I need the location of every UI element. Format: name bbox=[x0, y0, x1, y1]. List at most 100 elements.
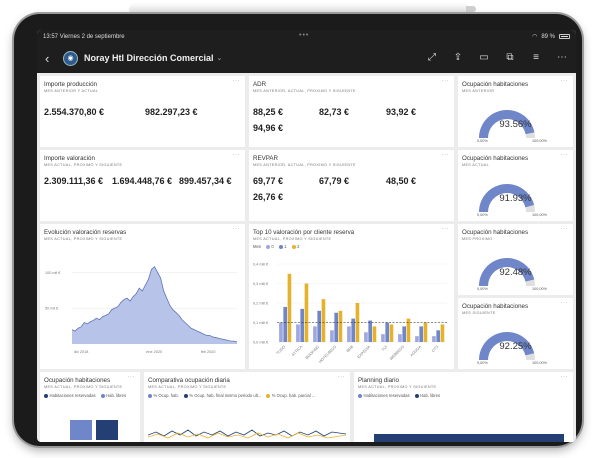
legend-item[interactable]: Hab. libres bbox=[100, 393, 126, 398]
bar[interactable] bbox=[415, 336, 419, 342]
card-title: Evolución valoración reservas bbox=[44, 229, 127, 236]
more-icon[interactable]: ··· bbox=[233, 152, 241, 158]
bar[interactable] bbox=[304, 283, 309, 343]
share-icon[interactable]: ⇪ bbox=[452, 52, 464, 64]
gauge-value: 91.93% bbox=[499, 193, 532, 204]
kpi-value: 48,50 € bbox=[386, 176, 417, 186]
bar-segment[interactable] bbox=[374, 434, 564, 442]
legend-title: Mes bbox=[253, 244, 261, 249]
more-icon[interactable]: ⋯ bbox=[556, 52, 568, 64]
bar[interactable] bbox=[398, 334, 402, 342]
bar[interactable] bbox=[385, 322, 390, 343]
list-icon[interactable]: ≡ bbox=[530, 52, 542, 64]
more-icon[interactable]: ··· bbox=[442, 226, 450, 232]
card-ocupacion-proximo[interactable]: ··· Ocupación habitaciones MES PROXIMO 9… bbox=[458, 224, 573, 295]
legend-item[interactable]: 1 bbox=[278, 244, 287, 249]
multitask-handle[interactable]: ••• bbox=[299, 32, 309, 39]
bar[interactable] bbox=[287, 273, 292, 342]
bar[interactable] bbox=[283, 306, 288, 342]
bar[interactable] bbox=[372, 326, 377, 342]
gauge-min-label: 0,00% bbox=[477, 139, 488, 143]
more-icon[interactable]: ··· bbox=[128, 374, 136, 380]
more-icon[interactable]: ··· bbox=[233, 78, 241, 84]
card-top10-clientes[interactable]: ··· Top 10 valoración por cliente reserv… bbox=[249, 224, 454, 369]
card-revpar[interactable]: ··· REVPAR MES ANTERIOR, ACTUAL, PROXIMO… bbox=[249, 150, 454, 221]
gauge-value: 92.48% bbox=[499, 267, 532, 278]
more-icon[interactable]: ··· bbox=[561, 300, 569, 306]
chevron-down-icon[interactable]: ⌄ bbox=[217, 54, 223, 62]
more-icon[interactable]: ··· bbox=[561, 78, 569, 84]
card-evolucion-valoracion[interactable]: ··· Evolución valoración reservas MES AC… bbox=[40, 224, 245, 369]
more-icon[interactable]: ··· bbox=[561, 226, 569, 232]
bar[interactable] bbox=[321, 299, 326, 342]
card-importe-valoracion[interactable]: ··· Importe valoración MES ACTUAL, PROXI… bbox=[40, 150, 245, 221]
bar[interactable] bbox=[317, 310, 322, 342]
more-icon[interactable]: ··· bbox=[233, 226, 241, 232]
bar[interactable] bbox=[300, 308, 305, 342]
bar[interactable] bbox=[313, 326, 317, 342]
card-subtitle: MES ANTERIOR, ACTUAL, PROXIMO Y SIGUIENT… bbox=[253, 89, 356, 93]
card-planning-diario[interactable]: ··· Planning diario MES ACTUAL, PROXIMO … bbox=[354, 372, 573, 442]
kpi-value: 26,76 € bbox=[253, 192, 284, 202]
bar-segment[interactable] bbox=[96, 420, 118, 440]
more-icon[interactable]: ··· bbox=[338, 374, 346, 380]
legend-item[interactable]: Habitaciones reservadas bbox=[358, 393, 410, 398]
legend-item[interactable]: Habitaciones reservadas bbox=[44, 393, 96, 398]
app-bar: ‹ ◉ Noray Htl Dirección Comercial ⌄ ⤢ ⇪ … bbox=[37, 43, 576, 73]
bar[interactable] bbox=[364, 332, 368, 342]
status-bar: 13:57 Viernes 2 de septiembre ••• ◠ 89 % bbox=[37, 30, 576, 43]
bar[interactable] bbox=[432, 336, 436, 342]
card-comparativa-ocupacion[interactable]: ··· Comparativa ocupación diaria MES ACT… bbox=[144, 372, 350, 442]
bar[interactable] bbox=[338, 310, 343, 342]
gauge-min-label: 0,00% bbox=[477, 361, 488, 365]
more-icon[interactable]: ··· bbox=[561, 374, 569, 380]
more-icon[interactable]: ··· bbox=[442, 78, 450, 84]
apple-pencil bbox=[130, 4, 476, 14]
card-adr[interactable]: ··· ADR MES ANTERIOR, ACTUAL, PROXIMO Y … bbox=[249, 76, 454, 147]
legend-item[interactable]: Hab. libres bbox=[414, 393, 440, 398]
legend-item[interactable]: % Ocup. hab. parcial ... bbox=[266, 393, 315, 398]
area-chart[interactable]: 100 mil € 50 mil € dic 2018 ene 2020 feb 202… bbox=[44, 252, 241, 364]
card-subtitle: MES ANTERIOR bbox=[462, 89, 495, 93]
bar[interactable] bbox=[436, 330, 441, 342]
card-ocupacion-siguiente[interactable]: ··· Ocupación habitaciones MES SIGUIENTE… bbox=[458, 298, 573, 369]
bar[interactable] bbox=[330, 330, 334, 342]
bar[interactable] bbox=[296, 324, 300, 342]
legend-item[interactable]: 0 bbox=[265, 244, 274, 249]
card-importe-produccion[interactable]: ··· Importe producción MES ANTERIOR Y AC… bbox=[40, 76, 245, 147]
back-icon[interactable]: ‹ bbox=[45, 51, 61, 66]
bar-segment[interactable] bbox=[70, 420, 92, 440]
bar[interactable] bbox=[368, 320, 373, 342]
card-ocupacion-stacked[interactable]: ··· Ocupación habitaciones MES ACTUAL, P… bbox=[40, 372, 140, 442]
bar[interactable] bbox=[351, 318, 356, 342]
bar[interactable] bbox=[402, 326, 407, 342]
gauge-value: 93.56% bbox=[499, 119, 532, 130]
bar[interactable] bbox=[406, 318, 411, 342]
legend-item[interactable]: 2 bbox=[291, 244, 299, 249]
bar[interactable] bbox=[440, 324, 445, 342]
legend-item[interactable]: % Ocup. hab. final mismo periodo ult... bbox=[183, 393, 261, 398]
expand-icon[interactable]: ⤢ bbox=[426, 52, 438, 64]
card-ocupacion-actual[interactable]: ··· Ocupación habitaciones MES ACTUAL 91… bbox=[458, 150, 573, 221]
status-time: 13:57 bbox=[43, 33, 59, 40]
bar[interactable] bbox=[423, 322, 428, 343]
card-ocupacion-anterior[interactable]: ··· Ocupación habitaciones MES ANTERIOR … bbox=[458, 76, 573, 147]
y-tick-label: 100 mil € bbox=[45, 271, 61, 275]
bar[interactable] bbox=[347, 326, 351, 342]
bar-chart[interactable]: 0,4 mill.€ 0,3 mill.€ 0,2 mill.€ 0,1 mill.€… bbox=[253, 260, 450, 364]
bar[interactable] bbox=[381, 334, 385, 342]
present-icon[interactable]: ⧉ bbox=[504, 52, 516, 64]
bar[interactable] bbox=[419, 326, 424, 342]
more-icon[interactable]: ··· bbox=[442, 152, 450, 158]
wifi-icon: ◠ bbox=[532, 34, 538, 40]
line-chart-preview[interactable] bbox=[148, 427, 346, 441]
comment-icon[interactable]: ▭ bbox=[478, 52, 490, 64]
bar[interactable] bbox=[334, 312, 339, 342]
dashboard-title[interactable]: Noray Htl Dirección Comercial bbox=[84, 53, 214, 63]
bar[interactable] bbox=[389, 324, 394, 342]
card-title: Ocupación habitaciones bbox=[462, 229, 529, 236]
more-icon[interactable]: ··· bbox=[561, 152, 569, 158]
legend-item[interactable]: % Ocup. hab. bbox=[148, 393, 179, 398]
bar[interactable] bbox=[279, 322, 283, 343]
x-tick-label: dic 2018 bbox=[74, 350, 88, 354]
